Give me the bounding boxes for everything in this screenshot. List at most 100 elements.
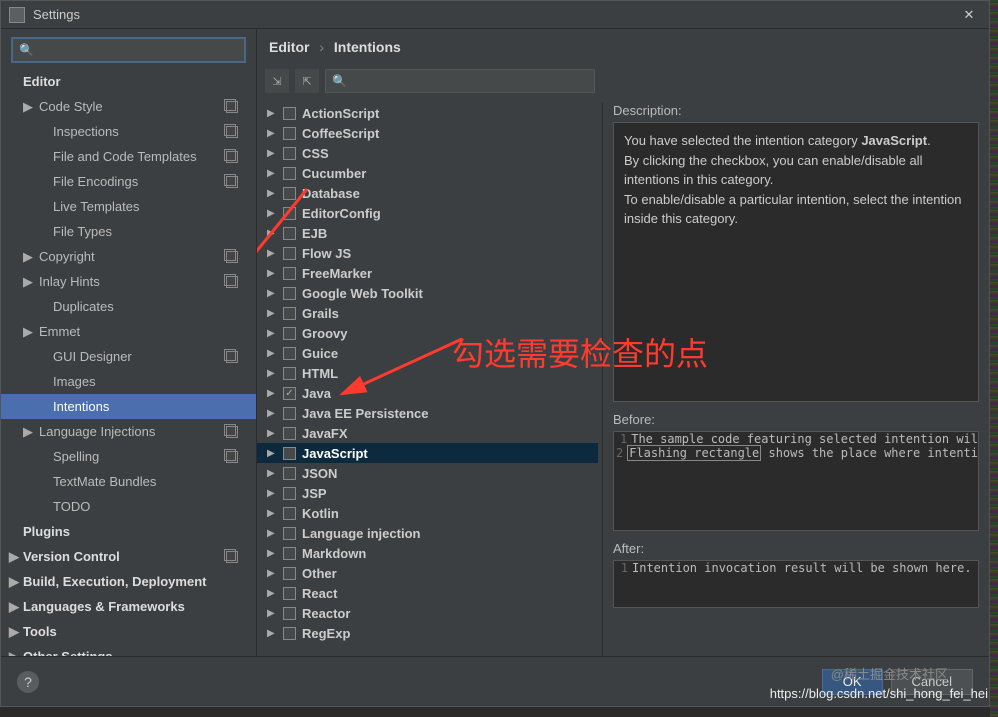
intention-cucumber[interactable]: ▶Cucumber bbox=[257, 163, 598, 183]
sidebar-item-images[interactable]: Images bbox=[1, 369, 256, 394]
checkbox[interactable] bbox=[283, 567, 296, 580]
intention-java[interactable]: ▶✓Java bbox=[257, 383, 598, 403]
checkbox[interactable] bbox=[283, 487, 296, 500]
sidebar-item-file-encodings[interactable]: File Encodings bbox=[1, 169, 256, 194]
intention-json[interactable]: ▶JSON bbox=[257, 463, 598, 483]
window-title: Settings bbox=[33, 7, 957, 22]
intention-javafx[interactable]: ▶JavaFX bbox=[257, 423, 598, 443]
checkbox[interactable] bbox=[283, 127, 296, 140]
intention-other[interactable]: ▶Other bbox=[257, 563, 598, 583]
checkbox[interactable] bbox=[283, 187, 296, 200]
intention-flow-js[interactable]: ▶Flow JS bbox=[257, 243, 598, 263]
intention-label: Java bbox=[302, 386, 331, 401]
checkbox[interactable] bbox=[283, 407, 296, 420]
checkbox[interactable]: ✓ bbox=[283, 387, 296, 400]
intention-label: JSP bbox=[302, 486, 327, 501]
checkbox[interactable] bbox=[283, 207, 296, 220]
intention-kotlin[interactable]: ▶Kotlin bbox=[257, 503, 598, 523]
checkbox[interactable] bbox=[283, 307, 296, 320]
sidebar-item-file-types[interactable]: File Types bbox=[1, 219, 256, 244]
intention-actionscript[interactable]: ▶ActionScript bbox=[257, 103, 598, 123]
intention-coffeescript[interactable]: ▶CoffeeScript bbox=[257, 123, 598, 143]
checkbox[interactable] bbox=[283, 267, 296, 280]
intention-css[interactable]: ▶CSS bbox=[257, 143, 598, 163]
intention-markdown[interactable]: ▶Markdown bbox=[257, 543, 598, 563]
checkbox[interactable] bbox=[283, 467, 296, 480]
intention-editorconfig[interactable]: ▶EditorConfig bbox=[257, 203, 598, 223]
checkbox[interactable] bbox=[283, 147, 296, 160]
intention-grails[interactable]: ▶Grails bbox=[257, 303, 598, 323]
intention-groovy[interactable]: ▶Groovy bbox=[257, 323, 598, 343]
intention-guice[interactable]: ▶Guice bbox=[257, 343, 598, 363]
sidebar-item-label: Duplicates bbox=[53, 299, 114, 314]
sidebar-item-build-execution-deployment[interactable]: ▶Build, Execution, Deployment bbox=[1, 569, 256, 594]
checkbox[interactable] bbox=[283, 527, 296, 540]
chevron-right-icon: ▶ bbox=[267, 108, 277, 119]
intention-html[interactable]: ▶HTML bbox=[257, 363, 598, 383]
sidebar-item-emmet[interactable]: ▶Emmet bbox=[1, 319, 256, 344]
expand-all-button[interactable]: ⇲ bbox=[265, 69, 289, 93]
checkbox[interactable] bbox=[283, 327, 296, 340]
intention-java-ee-persistence[interactable]: ▶Java EE Persistence bbox=[257, 403, 598, 423]
intention-label: Kotlin bbox=[302, 506, 339, 521]
filter-input[interactable] bbox=[351, 74, 588, 89]
chevron-right-icon: ▶ bbox=[267, 428, 277, 439]
sidebar-search[interactable]: 🔍 bbox=[11, 37, 246, 63]
intention-react[interactable]: ▶React bbox=[257, 583, 598, 603]
checkbox[interactable] bbox=[283, 347, 296, 360]
search-input[interactable] bbox=[38, 43, 238, 58]
sidebar-item-file-and-code-templates[interactable]: File and Code Templates bbox=[1, 144, 256, 169]
close-button[interactable]: ✕ bbox=[957, 3, 981, 27]
sidebar-item-other-settings[interactable]: ▶Other Settings bbox=[1, 644, 256, 656]
intention-freemarker[interactable]: ▶FreeMarker bbox=[257, 263, 598, 283]
checkbox[interactable] bbox=[283, 227, 296, 240]
sidebar-item-intentions[interactable]: Intentions bbox=[1, 394, 256, 419]
sidebar-item-languages-frameworks[interactable]: ▶Languages & Frameworks bbox=[1, 594, 256, 619]
collapse-all-button[interactable]: ⇱ bbox=[295, 69, 319, 93]
sidebar-item-inspections[interactable]: Inspections bbox=[1, 119, 256, 144]
sidebar-item-textmate-bundles[interactable]: TextMate Bundles bbox=[1, 469, 256, 494]
sidebar-item-todo[interactable]: TODO bbox=[1, 494, 256, 519]
checkbox[interactable] bbox=[283, 367, 296, 380]
sidebar-item-spelling[interactable]: Spelling bbox=[1, 444, 256, 469]
intention-ejb[interactable]: ▶EJB bbox=[257, 223, 598, 243]
checkbox[interactable] bbox=[283, 427, 296, 440]
checkbox[interactable] bbox=[283, 547, 296, 560]
sidebar-item-plugins[interactable]: Plugins bbox=[1, 519, 256, 544]
help-button[interactable]: ? bbox=[17, 671, 39, 693]
checkbox[interactable] bbox=[283, 587, 296, 600]
checkbox[interactable] bbox=[283, 507, 296, 520]
sidebar-item-copyright[interactable]: ▶Copyright bbox=[1, 244, 256, 269]
intention-javascript[interactable]: ▶JavaScript bbox=[257, 443, 598, 463]
chevron-right-icon: ▶ bbox=[9, 574, 19, 590]
intention-database[interactable]: ▶Database bbox=[257, 183, 598, 203]
sidebar-item-duplicates[interactable]: Duplicates bbox=[1, 294, 256, 319]
sidebar-item-code-style[interactable]: ▶Code Style bbox=[1, 94, 256, 119]
sidebar-item-editor[interactable]: Editor bbox=[1, 69, 256, 94]
checkbox[interactable] bbox=[283, 247, 296, 260]
sidebar-item-inlay-hints[interactable]: ▶Inlay Hints bbox=[1, 269, 256, 294]
checkbox[interactable] bbox=[283, 607, 296, 620]
intention-language-injection[interactable]: ▶Language injection bbox=[257, 523, 598, 543]
sidebar-item-version-control[interactable]: ▶Version Control bbox=[1, 544, 256, 569]
ok-button[interactable]: OK bbox=[822, 669, 883, 695]
checkbox[interactable] bbox=[283, 107, 296, 120]
sidebar-item-tools[interactable]: ▶Tools bbox=[1, 619, 256, 644]
intention-google-web-toolkit[interactable]: ▶Google Web Toolkit bbox=[257, 283, 598, 303]
filter-field[interactable]: 🔍 bbox=[325, 69, 595, 93]
settings-tree[interactable]: Editor▶Code StyleInspectionsFile and Cod… bbox=[1, 69, 256, 656]
intentions-tree[interactable]: ▶ActionScript▶CoffeeScript▶CSS▶Cucumber▶… bbox=[257, 103, 603, 656]
sidebar-item-language-injections[interactable]: ▶Language Injections bbox=[1, 419, 256, 444]
intention-reactor[interactable]: ▶Reactor bbox=[257, 603, 598, 623]
checkbox[interactable] bbox=[283, 167, 296, 180]
checkbox[interactable] bbox=[283, 287, 296, 300]
sidebar-item-label: Other Settings bbox=[23, 649, 113, 656]
intention-jsp[interactable]: ▶JSP bbox=[257, 483, 598, 503]
checkbox[interactable] bbox=[283, 447, 296, 460]
cancel-button[interactable]: Cancel bbox=[891, 669, 973, 695]
checkbox[interactable] bbox=[283, 627, 296, 640]
sidebar-item-label: Tools bbox=[23, 624, 57, 639]
sidebar-item-live-templates[interactable]: Live Templates bbox=[1, 194, 256, 219]
intention-regexp[interactable]: ▶RegExp bbox=[257, 623, 598, 643]
sidebar-item-gui-designer[interactable]: GUI Designer bbox=[1, 344, 256, 369]
